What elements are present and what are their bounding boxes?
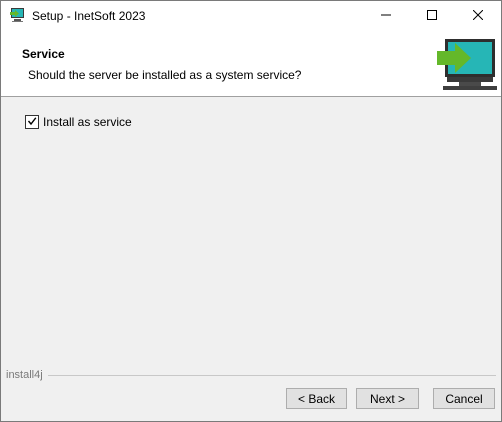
branding-row: install4j bbox=[6, 368, 496, 382]
maximize-icon bbox=[427, 9, 437, 23]
minimize-icon bbox=[381, 9, 391, 23]
monitor-install-arrow-icon bbox=[435, 37, 497, 93]
checkmark-icon bbox=[27, 115, 37, 129]
title-bar[interactable]: Setup - InetSoft 2023 bbox=[1, 1, 501, 31]
install-as-service-option[interactable]: Install as service bbox=[25, 115, 132, 129]
close-icon bbox=[472, 9, 484, 23]
installer-app-icon bbox=[1, 7, 32, 26]
install-as-service-checkbox[interactable] bbox=[25, 115, 39, 129]
page-title: Service bbox=[22, 47, 65, 61]
back-button[interactable]: < Back bbox=[286, 388, 347, 409]
window-controls bbox=[363, 1, 501, 31]
next-button[interactable]: Next > bbox=[356, 388, 419, 409]
page-subtitle: Should the server be installed as a syst… bbox=[28, 68, 302, 82]
maximize-button[interactable] bbox=[409, 1, 455, 31]
wizard-header: Service Should the server be installed a… bbox=[1, 31, 501, 97]
window-title: Setup - InetSoft 2023 bbox=[32, 9, 146, 23]
minimize-button[interactable] bbox=[363, 1, 409, 31]
cancel-button[interactable]: Cancel bbox=[433, 388, 495, 409]
setup-window: Setup - InetSoft 2023 Service Should the… bbox=[0, 0, 502, 422]
install-as-service-label[interactable]: Install as service bbox=[43, 115, 132, 129]
brand-label: install4j bbox=[6, 369, 43, 381]
separator-line bbox=[47, 374, 496, 376]
wizard-content: Install as service bbox=[1, 97, 501, 367]
close-button[interactable] bbox=[455, 1, 501, 31]
